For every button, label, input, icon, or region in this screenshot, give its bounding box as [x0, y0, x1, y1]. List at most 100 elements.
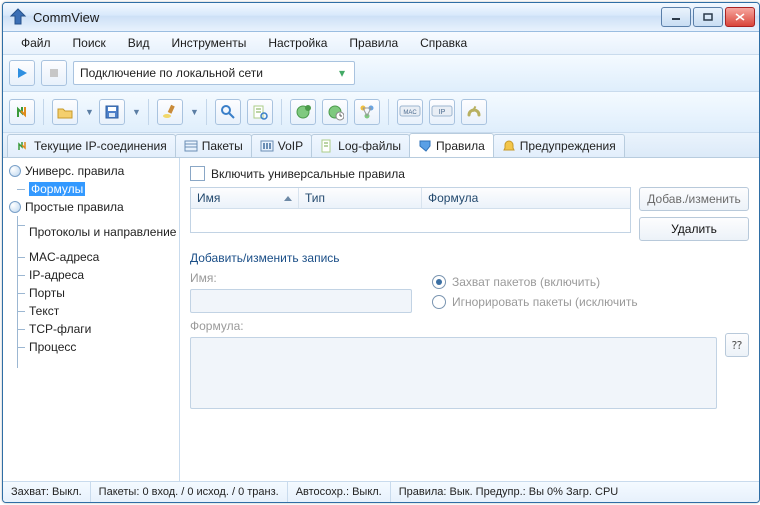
tab-label: Предупреждения: [520, 139, 616, 153]
toolbar-separator: [281, 99, 282, 125]
window-title: CommView: [33, 10, 661, 25]
status-rules-alerts: Правила: Вык. Предупр.: Вы 0% Загр. CPU: [391, 482, 759, 502]
formula-help-button[interactable]: ⁇: [725, 333, 749, 357]
tree-label: Порты: [29, 286, 65, 300]
tab-label: Log-файлы: [338, 139, 401, 153]
options-button[interactable]: [461, 99, 487, 125]
col-formula[interactable]: Формула: [422, 188, 630, 208]
tab-label: VoIP: [278, 139, 303, 153]
tree-label: Универс. правила: [25, 164, 124, 178]
tab-packets[interactable]: Пакеты: [175, 134, 252, 157]
connections-icon: [16, 139, 30, 153]
tree-label: Протоколы и направление: [29, 225, 176, 239]
tab-voip[interactable]: VoIP: [251, 134, 312, 157]
formula-input[interactable]: [190, 337, 717, 409]
tree-simple-rules[interactable]: Простые правила: [5, 198, 177, 216]
menu-view[interactable]: Вид: [118, 34, 160, 52]
name-label: Имя:: [190, 271, 412, 285]
tree-formulas[interactable]: Формулы: [5, 180, 177, 198]
menu-search[interactable]: Поиск: [63, 34, 116, 52]
window-controls: [661, 7, 755, 27]
ignore-radio-label: Игнорировать пакеты (исключить: [452, 295, 638, 309]
play-button[interactable]: [9, 60, 35, 86]
save-button[interactable]: [99, 99, 125, 125]
status-packets: Пакеты: 0 вход. / 0 исход. / 0 транз.: [91, 482, 288, 502]
capture-radio-row[interactable]: Захват пакетов (включить): [432, 275, 638, 289]
packets-icon: [184, 139, 198, 153]
tree-universal-rules[interactable]: Универс. правила: [5, 162, 177, 180]
scheduler-button[interactable]: [322, 99, 348, 125]
enable-rules-checkbox[interactable]: [190, 166, 205, 181]
ignore-radio[interactable]: [432, 295, 446, 309]
logs-icon: [320, 139, 334, 153]
tab-label: Текущие IP-соединения: [34, 139, 167, 153]
menu-rules[interactable]: Правила: [339, 34, 408, 52]
tree-protocols[interactable]: Протоколы и направление: [5, 216, 177, 248]
tree-label: Процесс: [29, 340, 76, 354]
tree-ports[interactable]: Порты: [5, 284, 177, 302]
open-button[interactable]: [52, 99, 78, 125]
capture-radio[interactable]: [432, 275, 446, 289]
svg-text:MAC: MAC: [403, 110, 417, 116]
adapter-combo-value: Подключение по локальной сети: [80, 66, 263, 80]
dropdown-icon[interactable]: ▼: [190, 107, 198, 117]
rules-grid[interactable]: Имя Тип Формула: [190, 187, 631, 233]
chevron-down-icon: ▾: [334, 66, 350, 80]
clear-button[interactable]: [157, 99, 183, 125]
tree-ip[interactable]: IP-адреса: [5, 266, 177, 284]
app-icon: [9, 8, 27, 26]
ip-alias-button[interactable]: IP: [429, 99, 455, 125]
rules-panel: Включить универсальные правила Имя Тип Ф…: [180, 158, 759, 481]
menu-settings[interactable]: Настройка: [258, 34, 337, 52]
tree-label: TCP-флаги: [29, 322, 91, 336]
statistics-button[interactable]: [290, 99, 316, 125]
tab-logs[interactable]: Log-файлы: [311, 134, 410, 157]
close-button[interactable]: [725, 7, 755, 27]
menu-file[interactable]: Файл: [11, 34, 61, 52]
delete-button[interactable]: Удалить: [639, 217, 749, 241]
maximize-button[interactable]: [693, 7, 723, 27]
toolbar-separator: [388, 99, 389, 125]
menu-help[interactable]: Справка: [410, 34, 477, 52]
status-capture: Захват: Выкл.: [3, 482, 91, 502]
grid-buttons: Добав./изменить Удалить: [639, 187, 749, 241]
tab-rules[interactable]: Правила: [409, 133, 494, 157]
col-type[interactable]: Тип: [299, 188, 422, 208]
find-button[interactable]: [215, 99, 241, 125]
tab-label: Пакеты: [202, 139, 243, 153]
name-input[interactable]: [190, 289, 412, 313]
tab-alerts[interactable]: Предупреждения: [493, 134, 625, 157]
reconstruct-button[interactable]: [9, 99, 35, 125]
ignore-radio-row[interactable]: Игнорировать пакеты (исключить: [432, 295, 638, 309]
rules-grid-wrap: Имя Тип Формула Добав./изменить Удалить: [190, 187, 749, 241]
tree-mac[interactable]: MAC-адреса: [5, 248, 177, 266]
dropdown-icon[interactable]: ▼: [132, 107, 140, 117]
content-area: Универс. правила Формулы Простые правила…: [3, 158, 759, 481]
log-button[interactable]: [247, 99, 273, 125]
toolbar-capture: Подключение по локальной сети ▾: [3, 55, 759, 92]
capture-radio-label: Захват пакетов (включить): [452, 275, 600, 289]
stop-button[interactable]: [41, 60, 67, 86]
adapter-combo[interactable]: Подключение по локальной сети ▾: [73, 61, 355, 85]
tree-bullet-icon: [9, 165, 21, 177]
tab-connections[interactable]: Текущие IP-соединения: [7, 134, 176, 157]
toolbar-separator: [206, 99, 207, 125]
tree-tcp-flags[interactable]: TCP-флаги: [5, 320, 177, 338]
tree-label: Простые правила: [25, 200, 124, 214]
add-edit-button[interactable]: Добав./изменить: [639, 187, 749, 211]
toolbar-separator: [148, 99, 149, 125]
tree-process[interactable]: Процесс: [5, 338, 177, 356]
form-row: Имя: Захват пакетов (включить) Игнориров…: [190, 271, 749, 313]
status-autosave: Автосохр.: Выкл.: [288, 482, 391, 502]
mac-alias-button[interactable]: MAC: [397, 99, 423, 125]
minimize-button[interactable]: [661, 7, 691, 27]
menu-tools[interactable]: Инструменты: [162, 34, 257, 52]
grid-header: Имя Тип Формула: [191, 188, 630, 209]
nodes-button[interactable]: [354, 99, 380, 125]
dropdown-icon[interactable]: ▼: [85, 107, 93, 117]
rules-tree: Универс. правила Формулы Простые правила…: [3, 158, 180, 481]
menubar: Файл Поиск Вид Инструменты Настройка Пра…: [3, 32, 759, 55]
col-name[interactable]: Имя: [191, 188, 299, 208]
tab-label: Правила: [436, 139, 485, 153]
tree-text[interactable]: Текст: [5, 302, 177, 320]
